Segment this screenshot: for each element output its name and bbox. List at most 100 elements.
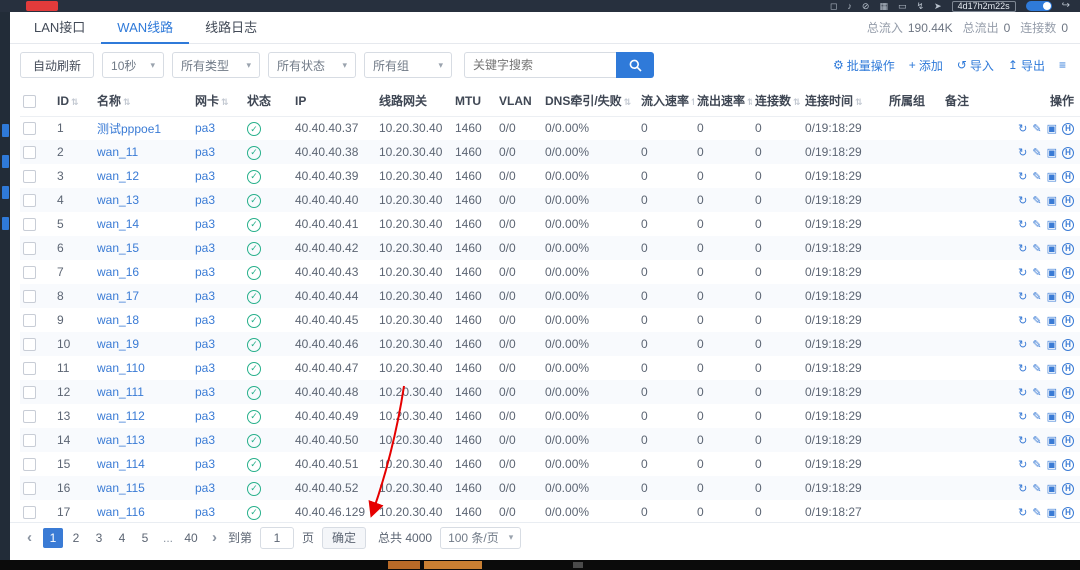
name-link[interactable]: wan_19	[97, 337, 139, 351]
row-checkbox[interactable]	[23, 242, 36, 256]
reconnect-icon[interactable]: ↻	[1018, 122, 1027, 135]
copy-icon[interactable]: ▣	[1047, 170, 1057, 183]
col-rout[interactable]: 流出速率 ⇅	[694, 86, 752, 117]
reconnect-icon[interactable]: ↻	[1018, 506, 1027, 519]
row-checkbox[interactable]	[23, 290, 36, 304]
reconnect-icon[interactable]: ↻	[1018, 266, 1027, 279]
edit-icon[interactable]: ✎	[1032, 122, 1041, 135]
name-link[interactable]: wan_17	[97, 289, 139, 303]
suspend-icon[interactable]: H	[1062, 291, 1074, 303]
page-40[interactable]: 40	[181, 528, 201, 548]
row-checkbox[interactable]	[23, 314, 36, 328]
tab-log[interactable]: 线路日志	[189, 12, 273, 44]
page-5[interactable]: 5	[135, 528, 155, 548]
suspend-icon[interactable]: H	[1062, 315, 1074, 327]
reconnect-icon[interactable]: ↻	[1018, 194, 1027, 207]
sidebar-item[interactable]	[1, 155, 9, 168]
col-dns[interactable]: DNS牵引/失败 ⇅	[542, 86, 638, 117]
suspend-icon[interactable]: H	[1062, 411, 1074, 423]
batch-actions-button[interactable]: ⚙ 批量操作	[833, 57, 895, 74]
name-link[interactable]: wan_13	[97, 193, 139, 207]
sound-icon[interactable]: ♪	[847, 0, 852, 12]
copy-icon[interactable]: ▣	[1047, 194, 1057, 207]
tab-wan[interactable]: WAN线路	[101, 12, 190, 44]
reconnect-icon[interactable]: ↻	[1018, 410, 1027, 423]
flash-icon[interactable]: ↯	[916, 0, 924, 12]
reconnect-icon[interactable]: ↻	[1018, 242, 1027, 255]
nic-link[interactable]: pa3	[195, 433, 215, 447]
reconnect-icon[interactable]: ↻	[1018, 362, 1027, 375]
edit-icon[interactable]: ✎	[1032, 170, 1041, 183]
edit-icon[interactable]: ✎	[1032, 266, 1041, 279]
suspend-icon[interactable]: H	[1062, 171, 1074, 183]
suspend-icon[interactable]: H	[1062, 507, 1074, 519]
next-page-button[interactable]: ›	[209, 529, 220, 546]
nic-link[interactable]: pa3	[195, 409, 215, 423]
per-page-select[interactable]: 100 条/页 ▾	[440, 526, 522, 549]
page-4[interactable]: 4	[112, 528, 132, 548]
auto-refresh-button[interactable]: 自动刷新	[20, 52, 95, 78]
nic-link[interactable]: pa3	[195, 265, 215, 279]
row-checkbox[interactable]	[23, 482, 36, 496]
reconnect-icon[interactable]: ↻	[1018, 146, 1027, 159]
nic-link[interactable]: pa3	[195, 217, 215, 231]
reconnect-icon[interactable]: ↻	[1018, 290, 1027, 303]
edit-icon[interactable]: ✎	[1032, 146, 1041, 159]
page-2[interactable]: 2	[66, 528, 86, 548]
nic-link[interactable]: pa3	[195, 169, 215, 183]
nic-link[interactable]: pa3	[195, 145, 215, 159]
row-checkbox[interactable]	[23, 386, 36, 400]
name-link[interactable]: 测试pppoe1	[97, 122, 161, 136]
sidebar-item[interactable]	[1, 217, 9, 230]
name-link[interactable]: wan_12	[97, 169, 139, 183]
nic-link[interactable]: pa3	[195, 289, 215, 303]
name-link[interactable]: wan_115	[97, 481, 145, 495]
search-icon[interactable]: ◻	[830, 0, 837, 12]
copy-icon[interactable]: ▣	[1047, 386, 1057, 399]
edit-icon[interactable]: ✎	[1032, 410, 1041, 423]
search-button[interactable]	[616, 52, 655, 78]
col-nic[interactable]: 网卡 ⇅	[192, 86, 244, 117]
suspend-icon[interactable]: H	[1062, 219, 1074, 231]
reconnect-icon[interactable]: ↻	[1018, 218, 1027, 231]
sidebar-item[interactable]	[1, 186, 9, 199]
row-checkbox[interactable]	[23, 506, 36, 520]
suspend-icon[interactable]: H	[1062, 435, 1074, 447]
nic-link[interactable]: pa3	[195, 385, 215, 399]
copy-icon[interactable]: ▣	[1047, 146, 1057, 159]
reconnect-icon[interactable]: ↻	[1018, 482, 1027, 495]
row-checkbox[interactable]	[23, 146, 36, 160]
header-toggle[interactable]	[1025, 1, 1052, 11]
copy-icon[interactable]: ▣	[1047, 218, 1057, 231]
edit-icon[interactable]: ✎	[1032, 218, 1041, 231]
suspend-icon[interactable]: H	[1062, 195, 1074, 207]
nic-link[interactable]: pa3	[195, 313, 215, 327]
row-checkbox[interactable]	[23, 170, 36, 184]
copy-icon[interactable]: ▣	[1047, 482, 1057, 495]
copy-icon[interactable]: ▣	[1047, 122, 1057, 135]
edit-icon[interactable]: ✎	[1032, 194, 1041, 207]
reconnect-icon[interactable]: ↻	[1018, 314, 1027, 327]
suspend-icon[interactable]: H	[1062, 387, 1074, 399]
copy-icon[interactable]: ▣	[1047, 242, 1057, 255]
col-time[interactable]: 连接时间 ⇅	[802, 86, 886, 117]
name-link[interactable]: wan_113	[97, 433, 145, 447]
row-checkbox[interactable]	[23, 266, 36, 280]
name-link[interactable]: wan_116	[97, 505, 145, 519]
type-filter[interactable]: 所有类型 ▾	[172, 52, 261, 78]
goto-page-input[interactable]	[260, 526, 295, 549]
nic-link[interactable]: pa3	[195, 241, 215, 255]
edit-icon[interactable]: ✎	[1032, 434, 1041, 447]
nic-link[interactable]: pa3	[195, 121, 215, 135]
row-checkbox[interactable]	[23, 194, 36, 208]
reconnect-icon[interactable]: ↻	[1018, 434, 1027, 447]
reconnect-icon[interactable]: ↻	[1018, 338, 1027, 351]
suspend-icon[interactable]: H	[1062, 363, 1074, 375]
suspend-icon[interactable]: H	[1062, 243, 1074, 255]
sidebar-item[interactable]	[1, 124, 9, 137]
import-button[interactable]: ↺ 导入	[957, 57, 994, 74]
copy-icon[interactable]: ▣	[1047, 338, 1057, 351]
prev-page-button[interactable]: ‹	[24, 529, 35, 546]
suspend-icon[interactable]: H	[1062, 459, 1074, 471]
suspend-icon[interactable]: H	[1062, 267, 1074, 279]
